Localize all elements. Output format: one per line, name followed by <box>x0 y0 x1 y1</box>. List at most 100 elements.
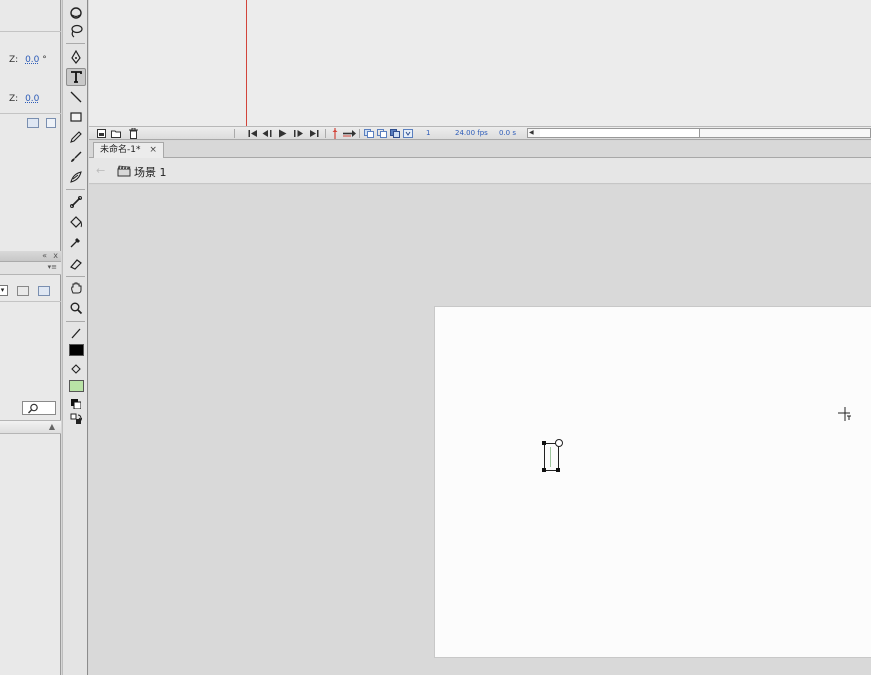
brush-icon <box>71 151 82 162</box>
text-field-box[interactable] <box>544 443 559 471</box>
close-tab-button[interactable]: × <box>149 145 157 155</box>
rotation-z-value[interactable]: 0.0 <box>25 55 39 65</box>
text-box-handle[interactable] <box>556 468 560 472</box>
library-search-input[interactable] <box>22 401 56 415</box>
timeline-frames-area[interactable] <box>89 0 871 126</box>
eraser-icon <box>70 259 82 270</box>
stroke-color-swatch[interactable] <box>69 344 84 356</box>
previous-frame-icon[interactable] <box>262 129 273 138</box>
paint-bucket-tool[interactable] <box>66 213 86 231</box>
line-icon <box>70 91 82 103</box>
bar-divider <box>325 129 326 138</box>
paint-bucket-fill-icon <box>71 364 81 374</box>
first-frame-icon[interactable] <box>248 129 258 138</box>
play-icon[interactable] <box>278 129 287 138</box>
swap-colors-button[interactable] <box>66 412 86 426</box>
3d-rotation-icon <box>70 7 82 19</box>
lasso-tool[interactable] <box>66 22 86 40</box>
text-cursor <box>550 447 551 467</box>
eraser-tool[interactable] <box>66 255 86 273</box>
library-column-header[interactable]: ▲ <box>0 420 61 434</box>
zoom-tool[interactable] <box>66 299 86 317</box>
new-layer-icon[interactable] <box>97 129 106 138</box>
document-tab-bar: 未命名-1* × <box>89 141 871 158</box>
back-arrow-icon[interactable]: ← <box>96 164 105 177</box>
tools-divider <box>66 189 85 190</box>
timeline-horizontal-scrollbar[interactable]: ◀ <box>527 128 871 138</box>
document-tab[interactable]: 未命名-1* × <box>93 142 164 158</box>
panel-menu-icon[interactable]: ▾≡ <box>48 263 57 271</box>
sort-arrow-icon[interactable]: ▲ <box>49 422 55 431</box>
pen-icon <box>71 50 81 64</box>
collapse-panel-button[interactable]: « <box>42 251 47 260</box>
position-z-label: Z: <box>9 94 19 104</box>
text-tool[interactable] <box>66 68 86 86</box>
frame-rate-value[interactable]: 24.00 fps <box>455 128 488 139</box>
swap-colors-icon <box>70 413 82 424</box>
modify-onion-markers-icon[interactable] <box>403 129 413 138</box>
next-frame-icon[interactable] <box>293 129 304 138</box>
black-white-icon <box>71 399 81 409</box>
text-box-handle[interactable] <box>542 468 546 472</box>
bar-divider <box>359 129 360 138</box>
line-tool[interactable] <box>66 88 86 106</box>
text-box-handle[interactable] <box>542 441 546 445</box>
pencil-tool[interactable] <box>66 128 86 146</box>
search-icon <box>27 403 38 414</box>
rotation-z-row: Z: 0.0 ° <box>9 55 47 65</box>
scroll-left-icon[interactable]: ◀ <box>529 129 534 136</box>
library-panel-header: « x <box>0 251 61 262</box>
hand-tool[interactable] <box>66 279 86 297</box>
position-z-row: Z: 0.0 <box>9 94 39 104</box>
brush-tool[interactable] <box>66 148 86 166</box>
3d-rotation-tool[interactable] <box>66 4 86 22</box>
center-frame-icon[interactable] <box>332 128 338 139</box>
document-tab-label: 未命名-1* <box>100 145 141 155</box>
stage[interactable] <box>434 306 871 658</box>
paint-bucket-icon <box>70 216 82 228</box>
text-box-resize-handle[interactable] <box>555 439 563 447</box>
fill-color-tool[interactable] <box>66 360 86 378</box>
playhead-line[interactable] <box>246 0 247 126</box>
pencil-stroke-icon <box>71 328 81 339</box>
loop-icon[interactable] <box>342 129 357 138</box>
deco-tool[interactable] <box>66 168 86 186</box>
panel-divider <box>0 113 61 114</box>
rectangle-tool[interactable] <box>66 108 86 126</box>
scrollbar-thumb[interactable] <box>540 129 700 137</box>
scene-breadcrumb[interactable]: 场景 1 <box>134 164 167 180</box>
position-z-value[interactable]: 0.0 <box>25 94 39 104</box>
tools-divider <box>66 321 85 322</box>
rotation-z-unit: ° <box>42 55 47 65</box>
black-white-button[interactable] <box>66 398 86 410</box>
library-document-dropdown[interactable]: ▾ <box>0 285 8 296</box>
pen-tool[interactable] <box>66 48 86 66</box>
tools-divider <box>66 276 85 277</box>
copy-transform-icon[interactable] <box>27 118 39 128</box>
library-tab-bar: ▾≡ <box>0 262 61 275</box>
pencil-icon <box>70 131 82 143</box>
stroke-color-tool[interactable] <box>66 324 86 342</box>
new-library-panel-icon[interactable] <box>38 286 50 296</box>
properties-panel: Z: 0.0 ° Z: 0.0 « x ▾≡ ▾ ▲ <box>0 0 61 675</box>
last-frame-icon[interactable] <box>309 129 319 138</box>
onion-skin-icon[interactable] <box>364 129 374 138</box>
close-panel-button[interactable]: x <box>53 251 58 260</box>
scene-icon <box>117 165 131 177</box>
bone-icon <box>70 196 82 208</box>
edit-bar: ← 场景 1 <box>89 158 871 184</box>
panel-divider <box>0 31 61 32</box>
eyedropper-tool[interactable] <box>66 233 86 251</box>
reset-transform-icon[interactable] <box>46 118 56 128</box>
new-folder-icon[interactable] <box>111 129 121 138</box>
fill-color-swatch[interactable] <box>69 380 84 392</box>
pin-library-icon[interactable] <box>17 286 29 296</box>
lasso-icon <box>71 24 83 38</box>
elapsed-time-value: 0.0 s <box>499 129 517 137</box>
onion-skin-outlines-icon[interactable] <box>377 129 387 138</box>
delete-layer-icon[interactable] <box>129 128 138 139</box>
current-frame-value[interactable]: 1 <box>426 128 430 139</box>
bone-tool[interactable] <box>66 193 86 211</box>
tools-panel <box>62 0 88 675</box>
edit-multiple-frames-icon[interactable] <box>390 129 400 138</box>
